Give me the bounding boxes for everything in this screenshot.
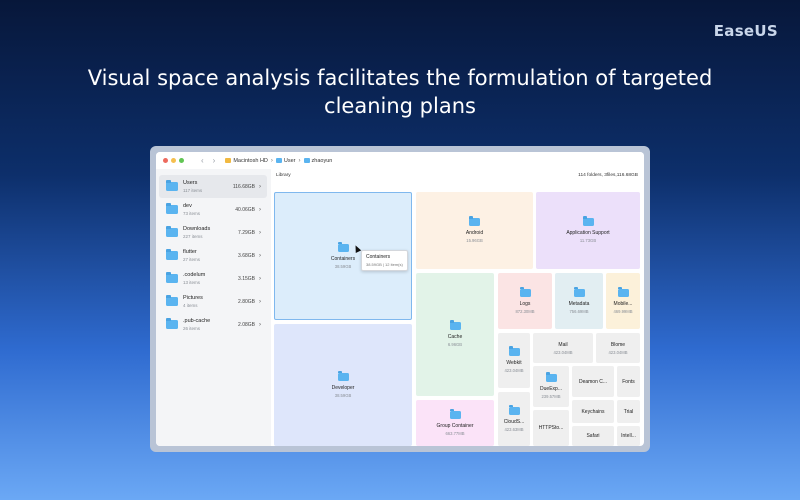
title-bar: ‹ › Macintosh HD › User › zhaoyun — [156, 152, 644, 169]
breadcrumb-item-zhaoyun[interactable]: zhaoyun — [303, 158, 332, 164]
folder-icon — [166, 295, 178, 306]
treemap-tile-group-container[interactable]: Group Container 663.77MB — [416, 400, 494, 446]
sidebar-item-pub-cache[interactable]: .pub-cache 26 items 2.08GB › — [159, 313, 267, 336]
zoom-window-button[interactable] — [179, 158, 184, 163]
tooltip-containers: Containers 38.59GB | 12 item(s) — [361, 250, 408, 271]
chevron-right-icon: › — [270, 157, 273, 164]
chevron-right-icon[interactable]: › — [213, 156, 216, 165]
folder-icon — [337, 370, 349, 381]
treemap-tile-deamon[interactable]: Deamon C... — [572, 366, 614, 397]
treemap-tile-clouds[interactable]: CloudS... 423.63MB — [498, 392, 530, 446]
treemap-tile-metadata[interactable]: Metadata 756.69MB — [555, 273, 603, 329]
folder-icon — [519, 286, 531, 297]
folder-icon — [166, 318, 178, 329]
close-window-button[interactable] — [163, 158, 168, 163]
treemap-tile-safari[interactable]: Safari — [572, 426, 614, 446]
device-frame: ‹ › Macintosh HD › User › zhaoyun Users … — [150, 146, 650, 452]
treemap-tile-developer[interactable]: Developer 38.59GB — [274, 324, 412, 446]
treemap-tile-keychains[interactable]: Keychains — [572, 400, 614, 423]
chevron-right-icon: › — [259, 321, 261, 328]
content-area: Library 114 folders, 3files,116.68GB Con… — [271, 169, 644, 446]
sidebar-item-codelum[interactable]: .codelum 13 items 3.15GB › — [159, 267, 267, 290]
folder-icon — [582, 216, 594, 226]
folder-icon — [449, 408, 461, 419]
treemap-tile-fonts[interactable]: Fonts — [617, 366, 640, 397]
sidebar-item-downloads[interactable]: Downloads 227 items 7.29GB › — [159, 221, 267, 244]
chevron-right-icon: › — [259, 183, 261, 190]
content-header: Library 114 folders, 3files,116.68GB — [271, 169, 644, 181]
content-summary: 114 folders, 3files,116.68GB — [578, 172, 638, 178]
folder-icon — [617, 286, 629, 297]
breadcrumb-item-disk[interactable]: Macintosh HD — [225, 158, 268, 164]
chevron-right-icon: › — [259, 206, 261, 213]
folder-icon — [275, 158, 282, 163]
treemap-tile-mobile[interactable]: Mobile... 469.99MB — [606, 273, 640, 329]
headline: Visual space analysis facilitates the fo… — [0, 64, 800, 120]
sidebar-item-dev[interactable]: dev 73 items 40.06GB › — [159, 198, 267, 221]
chevron-right-icon: › — [259, 229, 261, 236]
treemap-tile-httpsto[interactable]: HTTPSto... — [533, 410, 569, 446]
chevron-left-icon[interactable]: ‹ — [201, 156, 204, 165]
folder-icon — [545, 372, 557, 382]
treemap-tile-mail[interactable]: Mail 423.04MB — [533, 333, 593, 363]
chevron-right-icon: › — [259, 275, 261, 282]
treemap-tile-webkit[interactable]: Webkit 423.04MB — [498, 333, 530, 388]
headline-line-1: Visual space analysis facilitates the fo… — [87, 66, 713, 90]
chevron-right-icon: › — [259, 298, 261, 305]
treemap-tile-cache[interactable]: Cache 6.96GB — [416, 273, 494, 396]
folder-icon — [166, 272, 178, 283]
folder-icon — [508, 404, 520, 415]
folder-icon — [449, 320, 461, 330]
treemap-tile-intell[interactable]: Intell... — [617, 426, 640, 446]
hard-drive-icon — [225, 158, 232, 163]
folder-icon — [166, 203, 178, 214]
treemap-tile-dueexp[interactable]: DueExp... 239.57MB — [533, 366, 569, 407]
chevron-right-icon: › — [259, 252, 261, 259]
chevron-right-icon: › — [298, 157, 301, 164]
headline-line-2: cleaning plans — [324, 94, 476, 118]
folder-icon — [469, 216, 480, 226]
sidebar-item-users[interactable]: Users 117 items 116.68GB › — [159, 175, 267, 198]
easeus-logo: EaseUS — [713, 22, 778, 40]
folder-icon — [573, 286, 585, 297]
treemap-tile-blome[interactable]: Blome 423.04MB — [596, 333, 640, 363]
treemap-tile-application-support[interactable]: Application Support 11.73GB — [536, 192, 640, 269]
breadcrumb: Macintosh HD › User › zhaoyun — [225, 158, 332, 164]
app-window: ‹ › Macintosh HD › User › zhaoyun Users … — [156, 152, 644, 446]
folder-icon — [166, 249, 178, 260]
folder-icon — [303, 158, 310, 163]
treemap-tile-logs[interactable]: Logs 872.30MB — [498, 273, 552, 329]
sidebar-item-pictures[interactable]: Pictures 4 items 2.80GB › — [159, 290, 267, 313]
minimize-window-button[interactable] — [171, 158, 176, 163]
breadcrumb-item-user[interactable]: User — [275, 158, 296, 164]
sidebar: Users 117 items 116.68GB › dev 73 items 40… — [156, 169, 271, 446]
folder-icon — [166, 226, 178, 237]
treemap-tile-android[interactable]: Android 15.96GB — [416, 192, 533, 269]
treemap-tile-trial[interactable]: Trial — [617, 400, 640, 423]
folder-icon — [337, 241, 349, 252]
sidebar-item-flutter[interactable]: flutter 27 items 3.68GB › — [159, 244, 267, 267]
folder-icon — [508, 346, 520, 356]
content-title: Library — [276, 172, 291, 178]
folder-icon — [166, 180, 178, 191]
